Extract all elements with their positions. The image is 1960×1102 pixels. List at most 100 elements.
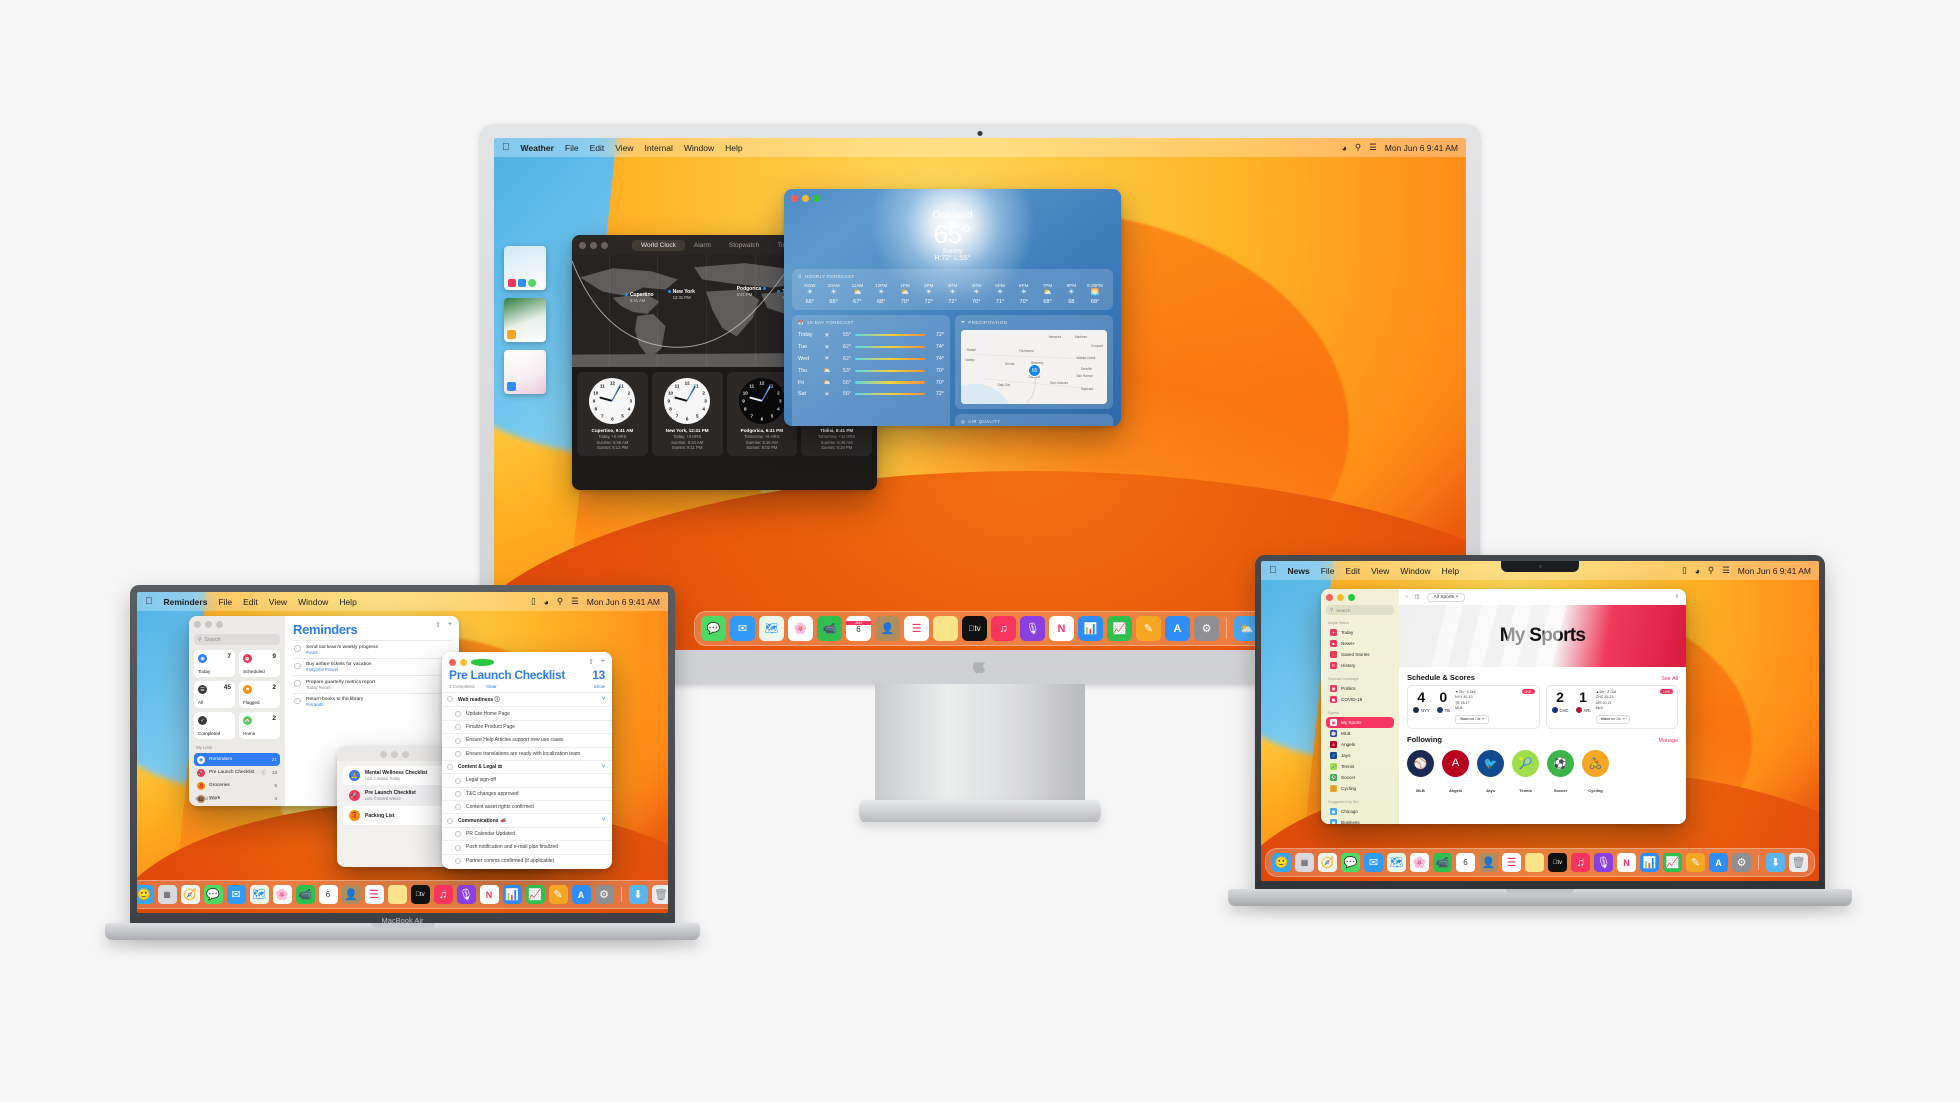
dock-music-icon[interactable]: ♫ — [1571, 853, 1590, 872]
dock-trash-icon[interactable]: 🗑 — [651, 885, 668, 904]
dock-news-icon[interactable]: N — [1617, 853, 1636, 872]
dock-messages-icon[interactable]: 💬 — [1341, 853, 1360, 872]
window-traffic-lights[interactable] — [380, 750, 410, 758]
dock-pages-icon[interactable]: ✎ — [548, 885, 568, 904]
tile-scheduled[interactable]: ⏰ 9 Scheduled — [239, 650, 280, 677]
control-center-icon[interactable]: ☰ — [1722, 565, 1730, 576]
see-all-link[interactable]: See All — [1661, 676, 1678, 682]
dock-safari-icon[interactable]: 🧭 — [1318, 853, 1337, 872]
menu-item-edit[interactable]: Edit — [243, 597, 258, 607]
menu-app-name[interactable]: Reminders — [164, 597, 208, 607]
share-icon[interactable]: ⇧ — [1675, 594, 1679, 600]
dock-numbers-icon[interactable]: 📈 — [525, 885, 545, 904]
dock-pages-icon[interactable]: ✎ — [1136, 616, 1161, 641]
mbp-dock[interactable]: 🙂 ▦ 🧭 💬 ✉ 🗺 🌸 📹 6 👤 ☰ tv ♫ 🎙 N — [1265, 848, 1815, 877]
window-traffic-lights[interactable] — [1326, 594, 1355, 601]
following-angels[interactable]: A Angels — [1442, 749, 1469, 797]
dock-downloads-icon[interactable]: ⬇ — [1766, 853, 1785, 872]
stage-thumb-3[interactable] — [504, 350, 546, 394]
stage-thumb-2[interactable] — [504, 298, 546, 342]
menu-item-help[interactable]: Help — [725, 143, 742, 153]
checkbox[interactable] — [455, 857, 461, 864]
dock-photos-icon[interactable]: 🌸 — [788, 616, 813, 641]
tile-completed[interactable]: ✓ Completed — [194, 712, 235, 739]
dock-calendar-icon[interactable]: 6 — [318, 885, 338, 904]
checkbox[interactable] — [294, 697, 301, 704]
checkbox[interactable] — [455, 804, 461, 811]
manage-link[interactable]: Manage — [1659, 738, 1678, 744]
dock-calendar-icon[interactable]: JUN 6 — [846, 616, 871, 641]
dock-trash-icon[interactable]: 🗑 — [1789, 853, 1808, 872]
reminder-task[interactable]: Return books to the library #errands — [293, 692, 451, 711]
watch-button[interactable]: Watch on tv ↗ — [1595, 714, 1630, 724]
mba-menubar[interactable]:  Reminders File Edit View Window Help ▯… — [137, 592, 668, 611]
dock-numbers-icon[interactable]: 📈 — [1107, 616, 1132, 641]
search-icon[interactable]: ⚲ — [1708, 565, 1714, 576]
checklist-item[interactable]: Content asset rights confirmed — [442, 800, 612, 813]
checkbox[interactable] — [294, 680, 301, 687]
add-icon[interactable]: + — [601, 658, 605, 666]
stage-thumb-1[interactable] — [504, 246, 546, 290]
sidebar-item-my-sports[interactable]: ▣ My Sports — [1326, 717, 1394, 728]
following-tennis[interactable]: 🎾 Tennis — [1512, 749, 1539, 797]
checklist-group-header[interactable]: Communications 📣 ˅ — [442, 813, 612, 826]
control-center-icon[interactable]: ☰ — [571, 596, 579, 607]
sidebar-toggle-icon[interactable]: ◫ — [1415, 594, 1420, 600]
dock-messages-icon[interactable]: 💬 — [203, 885, 223, 904]
tile-today[interactable]: ◉ 7 Today — [194, 650, 235, 677]
dock-launchpad-icon[interactable]: ▦ — [157, 885, 177, 904]
show-button[interactable]: Show — [594, 684, 605, 689]
dock-facetime-icon[interactable]: 📹 — [817, 616, 842, 641]
precipitation-map[interactable]: Hercules Martinez Concord Rafael Richmon… — [961, 329, 1107, 404]
tile-home[interactable]: 🏠 2 Home — [239, 712, 280, 739]
display-menubar[interactable]:  Weather File Edit View Internal Window… — [494, 138, 1466, 157]
list-item-pre-launch-checklist[interactable]: 🚀 Pre Launch Checklist ⓘ 13 — [194, 766, 280, 779]
dock-appstore-icon[interactable]: A — [1709, 853, 1728, 872]
checkbox[interactable] — [294, 662, 301, 669]
checkbox[interactable] — [455, 844, 461, 851]
checklist-item[interactable]: Ensure translations are ready with local… — [442, 746, 612, 760]
menubar-clock[interactable]: Mon Jun 6 9:41 AM — [587, 597, 660, 607]
following-mlb[interactable]: ⚾ MLB — [1407, 749, 1434, 797]
share-icon[interactable]: ⇧ — [588, 658, 594, 666]
sidebar-item-news-plus[interactable]: ■ News+ — [1326, 638, 1394, 649]
checkbox[interactable] — [455, 710, 461, 717]
clear-button[interactable]: Clear — [486, 684, 497, 689]
checkbox[interactable] — [447, 817, 453, 824]
dock-podcasts-icon[interactable]: 🎙 — [1020, 616, 1045, 641]
precipitation-card[interactable]: ☂ PRECIPITATION Hercules Martinez Concor… — [955, 314, 1113, 409]
dock-finder-icon[interactable]: 🙂 — [1272, 853, 1291, 872]
menu-item-window[interactable]: Window — [1400, 566, 1430, 576]
wifi-icon[interactable]: ◕ — [1342, 143, 1347, 153]
checkbox[interactable] — [455, 791, 461, 798]
reminder-task[interactable]: Send out team's weekly progress #work — [293, 640, 451, 658]
clock-card-cupertino[interactable]: 12 1 23 45 67 89 10 11 Cupertino, 9:41 AM — [577, 372, 648, 457]
menu-app-name[interactable]: News — [1288, 566, 1310, 576]
menu-app-name[interactable]: Weather — [521, 143, 554, 153]
menu-item-file[interactable]: File — [1321, 566, 1335, 576]
menubar-clock[interactable]: Mon Jun 6 9:41 AM — [1738, 566, 1811, 576]
menubar-clock[interactable]: Mon Jun 6 9:41 AM — [1385, 143, 1458, 153]
sidebar-item-history[interactable]: ↻ History — [1326, 660, 1394, 671]
checklist-titlebar[interactable]: ⇧ + — [442, 652, 612, 668]
sidebar-item-tennis[interactable]: 🎾 Tennis — [1326, 761, 1394, 772]
sidebar-item-jays[interactable]: J Jays — [1326, 750, 1394, 761]
dock-downloads-icon[interactable]: ⬇ — [628, 885, 648, 904]
dock-notes-icon[interactable] — [933, 616, 958, 641]
dock-mail-icon[interactable]: ✉ — [730, 616, 755, 641]
checklist-group-header[interactable]: Web readiness ⓘ ˅ — [442, 692, 612, 706]
watch-button[interactable]: Watch on tv ↗ — [1454, 714, 1490, 724]
sidebar-item-chicago[interactable]: ▣ Chicago — [1326, 806, 1394, 817]
reminders-toolbar[interactable]: ⇧ + — [435, 621, 452, 629]
game-card[interactable]: LIVE 2 CHC 1 ARI ▲4th · 2 Out CHC 15-23 … — [1545, 685, 1678, 729]
window-traffic-lights[interactable] — [449, 658, 494, 666]
dock-facetime-icon[interactable]: 📹 — [1433, 853, 1452, 872]
dock-music-icon[interactable]: ♫ — [991, 616, 1016, 641]
menu-item-file[interactable]: File — [565, 143, 579, 153]
dock-contacts-icon[interactable]: 👤 — [875, 616, 900, 641]
mba-dock[interactable]: 🙂 ▦ 🧭 💬 ✉ 🗺 🌸 📹 6 👤 ☰ tv ♫ 🎙 N — [137, 880, 668, 909]
apple-menu-icon[interactable]:  — [145, 596, 153, 607]
checkbox[interactable] — [447, 696, 453, 703]
menu-item-window[interactable]: Window — [684, 143, 714, 153]
window-traffic-lights[interactable] — [579, 241, 608, 249]
